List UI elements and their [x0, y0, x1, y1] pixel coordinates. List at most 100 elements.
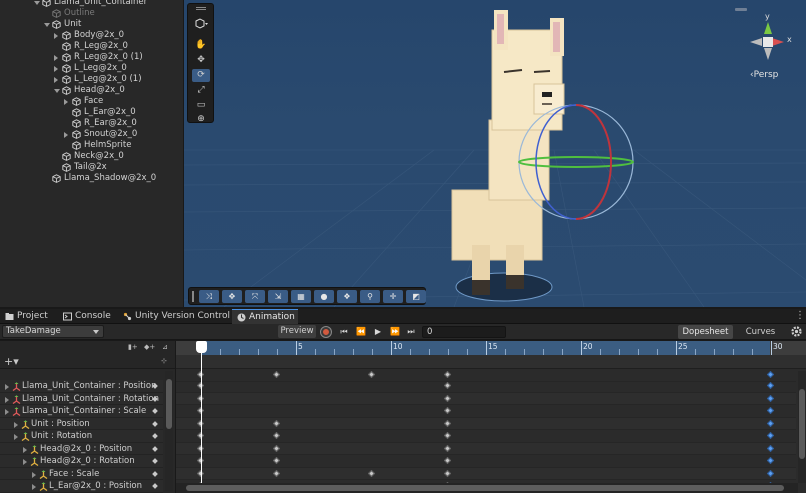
keyframe-toggle-icon[interactable] — [152, 433, 158, 439]
clip-select[interactable]: TakeDamage — [2, 325, 104, 338]
keyframe-row[interactable] — [176, 380, 796, 393]
bottom-tool-7[interactable]: ❖ — [337, 290, 357, 303]
orientation-gizmo[interactable] — [750, 22, 784, 60]
keyframe[interactable] — [766, 456, 775, 465]
bottom-tool-3[interactable]: ⤧ — [245, 290, 265, 303]
hierarchy-item[interactable]: L_Leg@2x_0 (1) — [0, 74, 183, 85]
rect-tool-button[interactable]: ▭ — [192, 99, 210, 112]
keyframe-toggle-icon[interactable] — [152, 458, 158, 464]
keyframe-toggle-icon[interactable] — [152, 470, 158, 477]
hierarchy-item[interactable]: HelmSprite — [0, 140, 183, 151]
collapsed-arrow-icon[interactable] — [64, 132, 68, 138]
properties-scrollbar[interactable] — [165, 371, 173, 491]
keyframe-row[interactable] — [176, 467, 796, 480]
collapsed-arrow-icon[interactable] — [32, 484, 36, 490]
play-icon[interactable]: ▶ — [372, 326, 384, 338]
hierarchy-item[interactable]: Unit — [0, 19, 183, 30]
target-icon[interactable]: ⊹ — [161, 357, 167, 365]
hierarchy-item[interactable]: L_Leg@2x_0 — [0, 63, 183, 74]
keyframe[interactable] — [443, 456, 452, 465]
bottom-tool-9[interactable]: ✛ — [383, 290, 403, 303]
last-key-icon[interactable]: ⏭ — [405, 326, 417, 338]
property-row[interactable]: Llama_Unit_Container : Rotation — [0, 392, 163, 405]
add-keyframe-icon[interactable]: ▮+ — [128, 343, 138, 351]
collapsed-arrow-icon[interactable] — [54, 66, 58, 72]
time-ruler[interactable]: 5 10 15 20 25 30 — [176, 341, 806, 355]
first-key-icon[interactable]: ⏮ — [338, 326, 350, 338]
dopesheet-timeline[interactable]: 5 10 15 20 25 30 — [176, 341, 806, 493]
keyframe-row[interactable] — [176, 442, 796, 455]
keyframe[interactable] — [272, 370, 281, 379]
collapsed-arrow-icon[interactable] — [5, 384, 9, 390]
keyframe-row[interactable] — [176, 455, 796, 468]
keyframe[interactable] — [443, 370, 452, 379]
keyframe[interactable] — [766, 444, 775, 452]
hand-tool-button[interactable]: ✋ — [192, 39, 210, 52]
keyframe-row[interactable] — [176, 405, 796, 418]
keyframe[interactable] — [443, 381, 452, 390]
collapsed-arrow-icon[interactable] — [23, 459, 27, 465]
overlay-grip[interactable] — [196, 7, 206, 10]
hierarchy-item[interactable]: Face — [0, 96, 183, 107]
curves-button[interactable]: Curves — [738, 325, 783, 339]
expanded-arrow-icon[interactable] — [34, 1, 40, 5]
keyframe[interactable] — [443, 431, 452, 440]
keyframe-row[interactable] — [176, 392, 796, 405]
tab-unity-version-control[interactable]: Unity Version Control — [118, 309, 230, 324]
bottom-tool-1[interactable]: ⤨ — [199, 290, 219, 303]
collapsed-arrow-icon[interactable] — [5, 396, 9, 403]
hierarchy-item[interactable]: Neck@2x_0 — [0, 151, 183, 162]
next-key-icon[interactable]: ⏩ — [389, 326, 401, 338]
keyframe[interactable] — [272, 456, 281, 465]
property-row[interactable]: Llama_Unit_Container : Position — [0, 380, 163, 393]
bottom-tool-8[interactable]: ⚲ — [360, 290, 380, 303]
collapsed-arrow-icon[interactable] — [32, 471, 36, 478]
hierarchy-item[interactable]: Llama_Shadow@2x_0 — [0, 173, 183, 184]
keyframe[interactable] — [766, 406, 775, 415]
hierarchy-item[interactable]: Snout@2x_0 — [0, 129, 183, 140]
timeline-vertical-scrollbar[interactable] — [798, 371, 806, 483]
bottom-tool-10[interactable]: ◩ — [406, 290, 426, 303]
tab-menu-icon[interactable]: ⋮ — [795, 311, 805, 321]
collapsed-arrow-icon[interactable] — [5, 409, 9, 415]
keyframe[interactable] — [766, 370, 775, 379]
property-row[interactable]: Head@2x_0 : Position — [0, 442, 163, 455]
playhead-handle[interactable] — [196, 341, 207, 353]
keyframe[interactable] — [443, 406, 452, 415]
hierarchy-item[interactable]: L_Ear@2x_0 — [0, 107, 183, 118]
property-row[interactable]: Face : Scale — [0, 467, 163, 480]
bottom-tool-2[interactable]: ✥ — [222, 290, 242, 303]
keyframe[interactable] — [443, 469, 452, 477]
transform-tool-button[interactable]: ⊕ — [192, 113, 210, 126]
hierarchy-item[interactable]: Llama_Unit_Container — [0, 0, 183, 8]
view-options-button[interactable] — [192, 18, 210, 31]
prev-key-icon[interactable]: ⏪ — [355, 326, 367, 338]
keyframe[interactable] — [272, 444, 281, 452]
tab-project[interactable]: Project — [0, 309, 56, 324]
keyframe[interactable] — [443, 419, 452, 427]
keyframe[interactable] — [766, 469, 775, 477]
tab-animation[interactable]: Animation — [232, 309, 298, 324]
keyframe[interactable] — [367, 469, 376, 477]
scene-menu-handle[interactable] — [735, 8, 747, 11]
persp-label[interactable]: ‹Persp — [750, 70, 778, 80]
scene-canvas[interactable] — [184, 0, 806, 307]
frame-field[interactable]: 0 — [422, 326, 506, 338]
hierarchy-item[interactable]: Body@2x_0 — [0, 30, 183, 41]
bottom-tool-5[interactable]: ▦ — [291, 290, 311, 303]
rotate-tool-button[interactable]: ⟳ — [192, 69, 210, 82]
rotate-gizmo[interactable] — [518, 104, 634, 220]
bottom-overlay-grip[interactable] — [192, 291, 194, 302]
llama-model[interactable] — [451, 10, 565, 295]
collapsed-arrow-icon[interactable] — [54, 55, 58, 61]
bottom-tool-4[interactable]: ⇲ — [268, 290, 288, 303]
preview-button[interactable]: Preview — [278, 325, 316, 338]
add-event-icon[interactable]: ◆+ — [144, 343, 155, 351]
keyframe[interactable] — [443, 444, 452, 452]
collapsed-arrow-icon[interactable] — [54, 77, 58, 83]
collapsed-arrow-icon[interactable] — [14, 421, 18, 428]
scale-tool-button[interactable]: ⤢ — [192, 84, 210, 97]
keyframe[interactable] — [272, 431, 281, 440]
add-property-button[interactable]: +▾ — [4, 356, 19, 367]
keyframe[interactable] — [766, 419, 775, 427]
